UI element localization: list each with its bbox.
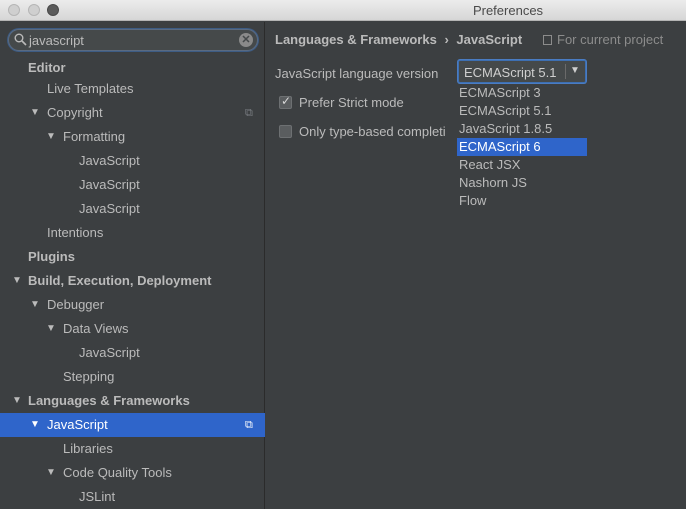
tree-item-label: Intentions <box>47 225 104 240</box>
prefer-strict-checkbox[interactable] <box>279 94 292 109</box>
dropdown-option[interactable]: ECMAScript 6 <box>457 138 587 156</box>
expand-arrow-icon[interactable]: ▼ <box>46 461 56 485</box>
dropdown-option[interactable]: React JSX <box>457 156 587 174</box>
dropdown-option[interactable]: ECMAScript 3 <box>457 84 587 102</box>
expand-arrow-icon[interactable]: ▼ <box>12 269 22 293</box>
combo-divider <box>565 64 566 79</box>
breadcrumb-separator: › <box>444 32 449 47</box>
tree-item[interactable]: JavaScript <box>0 197 265 221</box>
expand-arrow-icon[interactable]: ▼ <box>30 413 40 437</box>
breadcrumb-current: JavaScript <box>456 32 523 47</box>
expand-arrow-icon[interactable]: ▼ <box>30 101 40 125</box>
tree-item-label: Libraries <box>63 441 113 456</box>
type-based-completion-label: Only type-based completi <box>299 124 446 139</box>
tree-item[interactable]: ▼ Debugger <box>0 293 265 317</box>
tree-item[interactable]: ▼ Code Quality Tools <box>0 461 265 485</box>
tree-item-label: JavaScript <box>79 201 140 216</box>
settings-panel: Languages & Frameworks › JavaScript For … <box>266 22 686 509</box>
language-version-select[interactable]: ECMAScript 5.1 ▼ <box>458 60 586 83</box>
tree-item-label: Formatting <box>63 129 126 144</box>
tree-item[interactable]: Live Templates <box>0 77 265 101</box>
tree-item-label: Plugins <box>28 249 75 264</box>
breadcrumb-parent: Languages & Frameworks <box>275 32 437 47</box>
tree-item-label: Code Quality Tools <box>63 465 172 480</box>
tree-item[interactable]: Libraries <box>0 437 265 461</box>
dropdown-option[interactable]: Nashorn JS <box>457 174 587 192</box>
tree-item[interactable]: Intentions <box>0 221 265 245</box>
tree-item[interactable]: ▼ Copyright ⧉ <box>0 101 265 125</box>
search-input[interactable]: javascript <box>29 33 84 48</box>
search-icon <box>14 33 27 46</box>
tree-item[interactable]: ▼ Data Views <box>0 317 265 341</box>
scope-indicator: For current project <box>543 32 663 47</box>
tree-item-label: Stepping <box>63 369 115 384</box>
tree-item[interactable]: ▼ Build, Execution, Deployment <box>0 269 265 293</box>
language-version-dropdown: ECMAScript 3 ECMAScript 5.1 JavaScript 1.8… <box>457 84 587 216</box>
window-title: Preferences <box>472 3 544 18</box>
project-icon <box>543 35 552 45</box>
tree-item[interactable]: ▼ Languages & Frameworks <box>0 389 265 413</box>
tree-item[interactable]: JavaScript <box>0 341 265 365</box>
settings-sidebar: javascript ✕ Editor Live Templates ▼ Copyri… <box>0 22 265 509</box>
expand-arrow-icon[interactable]: ▼ <box>46 125 56 149</box>
clear-search-icon[interactable]: ✕ <box>239 33 253 47</box>
prefer-strict-label: Prefer Strict mode <box>299 95 404 110</box>
tree-item-label: Languages & Frameworks <box>28 393 190 408</box>
tree-item[interactable]: Plugins <box>0 245 265 269</box>
tree-item[interactable]: JSLint <box>0 485 265 509</box>
tree-item[interactable]: JavaScript <box>0 173 265 197</box>
title-bar: Preferences <box>0 0 686 21</box>
dropdown-option[interactable]: Flow <box>457 192 587 210</box>
expand-arrow-icon[interactable]: ▼ <box>46 317 56 341</box>
tree-item-label: Live Templates <box>47 81 134 96</box>
project-scope-icon: ⧉ <box>245 419 253 431</box>
expand-arrow-icon[interactable]: ▼ <box>30 293 40 317</box>
tree-item-label: JSLint <box>79 489 116 504</box>
dropdown-option[interactable]: JavaScript 1.8.5 <box>457 120 587 138</box>
scope-label: For current project <box>557 32 664 47</box>
tree-item-label: Copyright <box>47 105 103 120</box>
tree-item-label: JavaScript <box>79 177 140 192</box>
project-scope-icon: ⧉ <box>245 107 253 119</box>
language-version-value: ECMAScript 5.1 <box>464 65 557 80</box>
tree-item[interactable]: Editor <box>0 58 265 77</box>
tree-item-label: JavaScript <box>47 417 108 432</box>
tree-item[interactable]: ▼ JavaScript ⧉ <box>0 413 265 437</box>
tree-item-label: JavaScript <box>79 345 140 360</box>
tree-item-label: Editor <box>28 60 66 75</box>
tree-item-label: Debugger <box>47 297 105 312</box>
tree-item[interactable]: JavaScript <box>0 149 265 173</box>
tree-item-label: Data Views <box>63 321 129 336</box>
tree-item[interactable]: ▼ Formatting <box>0 125 265 149</box>
type-based-completion-checkbox[interactable] <box>279 125 292 138</box>
dropdown-option[interactable]: ECMAScript 5.1 <box>457 102 587 120</box>
chevron-down-icon[interactable]: ▼ <box>570 65 580 76</box>
language-version-label: JavaScript language version <box>275 66 439 81</box>
breadcrumb: Languages & Frameworks › JavaScript <box>275 32 522 47</box>
tree-item-label: JavaScript <box>79 153 140 168</box>
expand-arrow-icon[interactable]: ▼ <box>12 389 22 413</box>
settings-search-field[interactable]: javascript ✕ <box>8 29 258 51</box>
settings-tree: Editor Live Templates ▼ Copyright ⧉ ▼ Formatti… <box>0 58 265 509</box>
tree-item[interactable]: Stepping <box>0 365 265 389</box>
tree-item-label: Build, Execution, Deployment <box>28 273 212 288</box>
